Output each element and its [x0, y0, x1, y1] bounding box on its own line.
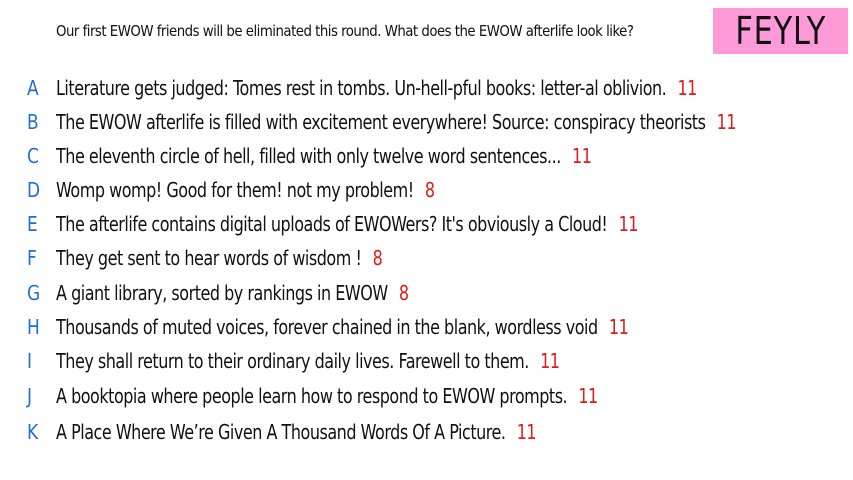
- response-entry: Womp womp! Good for them! not my problem…: [56, 175, 435, 205]
- response-letter: J: [27, 384, 33, 408]
- response-text: A giant library, sorted by rankings in E…: [56, 281, 388, 305]
- response-row: D Womp womp! Good for them! not my proble…: [0, 175, 853, 205]
- response-text: The eleventh circle of hell, filled with…: [56, 144, 561, 168]
- response-row: A Literature gets judged: Tomes rest in t…: [0, 73, 853, 103]
- response-text: They get sent to hear words of wisdom !: [56, 246, 362, 270]
- response-entry: A Place Where We’re Given A Thousand Wor…: [56, 417, 537, 447]
- word-count: 11: [578, 384, 598, 408]
- response-list: A Literature gets judged: Tomes rest in t…: [0, 0, 853, 480]
- response-entry: They shall return to their ordinary dail…: [56, 346, 560, 376]
- response-entry: Literature gets judged: Tomes rest in to…: [56, 73, 697, 103]
- response-letter: G: [27, 281, 41, 305]
- response-entry: A booktopia where people learn how to re…: [56, 381, 598, 411]
- response-row: G A giant library, sorted by rankings in …: [0, 278, 853, 308]
- word-count: 11: [716, 110, 737, 134]
- response-entry: A giant library, sorted by rankings in E…: [56, 278, 409, 308]
- word-count: 8: [372, 246, 383, 270]
- response-letter: F: [27, 246, 37, 270]
- response-letter: I: [27, 349, 33, 373]
- response-text: A Place Where We’re Given A Thousand Wor…: [56, 420, 506, 444]
- response-letter: D: [27, 178, 41, 202]
- word-count: 11: [540, 349, 560, 373]
- word-count: 11: [572, 144, 592, 168]
- response-row: K A Place Where We’re Given A Thousand Wo…: [0, 417, 853, 447]
- response-letter: E: [27, 212, 38, 236]
- response-text: The afterlife contains digital uploads o…: [56, 212, 608, 236]
- response-row: F They get sent to hear words of wisdom !…: [0, 243, 853, 273]
- response-row: I They shall return to their ordinary dai…: [0, 346, 853, 376]
- response-row: H Thousands of muted voices, forever chai…: [0, 312, 853, 342]
- response-letter: C: [27, 144, 39, 168]
- response-row: C The eleventh circle of hell, filled wit…: [0, 141, 853, 171]
- response-text: Thousands of muted voices, forever chain…: [56, 315, 598, 339]
- response-entry: The afterlife contains digital uploads o…: [56, 209, 638, 239]
- word-count: 11: [516, 420, 537, 444]
- response-text: The EWOW afterlife is filled with excite…: [56, 110, 706, 134]
- word-count: 8: [424, 178, 435, 202]
- response-letter: A: [27, 76, 39, 100]
- response-entry: They get sent to hear words of wisdom ! 8: [56, 243, 383, 273]
- response-text: They shall return to their ordinary dail…: [56, 349, 529, 373]
- response-entry: Thousands of muted voices, forever chain…: [56, 312, 629, 342]
- response-text: A booktopia where people learn how to re…: [56, 384, 568, 408]
- response-text: Womp womp! Good for them! not my problem…: [56, 178, 414, 202]
- response-text: Literature gets judged: Tomes rest in to…: [56, 76, 667, 100]
- word-count: 11: [677, 76, 697, 100]
- response-row: E The afterlife contains digital uploads …: [0, 209, 853, 239]
- word-count: 8: [398, 281, 409, 305]
- response-row: J A booktopia where people learn how to r…: [0, 381, 853, 411]
- word-count: 11: [618, 212, 639, 236]
- response-row: B The EWOW afterlife is filled with excit…: [0, 107, 853, 137]
- response-entry: The EWOW afterlife is filled with excite…: [56, 107, 737, 137]
- response-letter: K: [27, 420, 39, 444]
- response-letter: B: [27, 110, 39, 134]
- response-entry: The eleventh circle of hell, filled with…: [56, 141, 592, 171]
- word-count: 11: [608, 315, 629, 339]
- response-letter: H: [27, 315, 40, 339]
